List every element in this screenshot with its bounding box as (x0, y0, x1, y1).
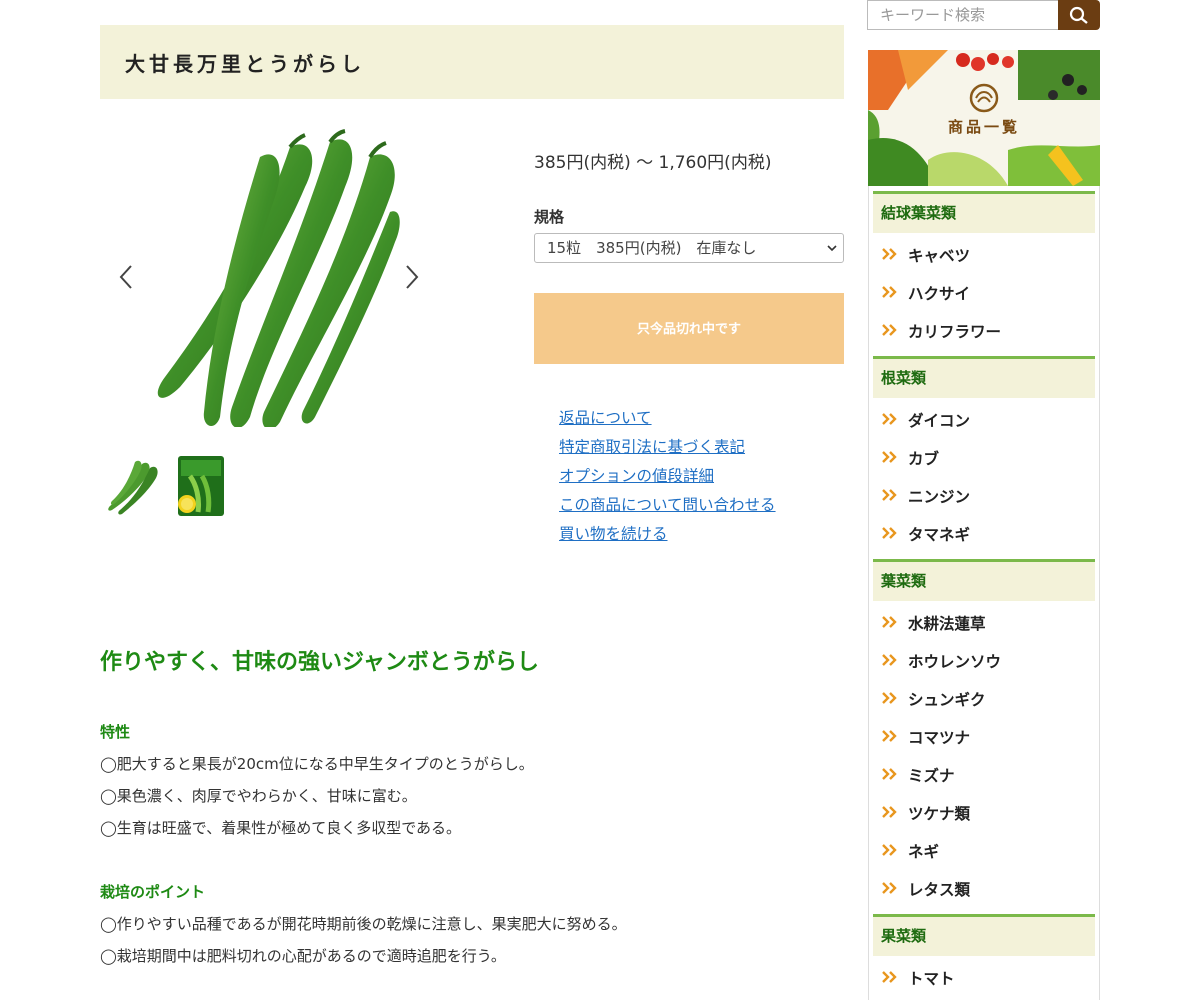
banner-label: 商品一覧 (947, 118, 1020, 136)
category-item-label: ホウレンソウ (908, 653, 1002, 671)
category-item-label: ネギ (908, 843, 940, 861)
chevron-left-icon (119, 265, 132, 289)
category-item-label: トマト (908, 970, 955, 988)
characteristic-line: ◯生育は旺盛で、着果性が極めて良く多収型である。 (100, 819, 462, 837)
category-item-label: 水耕法蓮草 (908, 615, 986, 633)
category-item[interactable]: タマネギ (880, 519, 1090, 549)
double-chevron-right-icon (882, 451, 897, 463)
category-heading: 葉菜類 (873, 559, 1095, 601)
link-option-price[interactable]: オプションの値段詳細 (559, 462, 776, 491)
cultivation-line: ◯作りやすい品種であるが開花時期前後の乾燥に注意し、果実肥大に努める。 (100, 915, 627, 933)
category-item[interactable]: ニンジン (880, 481, 1090, 511)
product-title-bar: 大甘長万里とうがらし (100, 25, 844, 99)
category-item[interactable]: ホウレンソウ (880, 646, 1090, 676)
category-item[interactable]: ツケナ類 (880, 798, 1090, 828)
spec-select-value: 15粒 385円(内税) 在庫なし (547, 239, 757, 257)
double-chevron-right-icon (882, 616, 897, 628)
double-chevron-right-icon (882, 654, 897, 666)
category-item-label: キャベツ (908, 247, 971, 265)
link-continue-shopping[interactable]: 買い物を続ける (559, 520, 776, 549)
gallery-next-button[interactable] (399, 262, 423, 292)
spec-select[interactable]: 15粒 385円(内税) 在庫なし (534, 233, 844, 263)
double-chevron-right-icon (882, 730, 897, 742)
category-item-label: カリフラワー (908, 323, 1002, 341)
spec-label: 規格 (534, 208, 565, 226)
category-item-label: ニンジン (908, 488, 971, 506)
chevron-right-icon (406, 265, 419, 289)
category-item[interactable]: ダイコン (880, 405, 1090, 435)
category-item-label: レタス類 (908, 881, 971, 899)
category-heading: 結球葉菜類 (873, 191, 1095, 233)
double-chevron-right-icon (882, 413, 897, 425)
category-item-label: ツケナ類 (908, 805, 971, 823)
category-item[interactable]: ハクサイ (880, 278, 1090, 308)
product-price: 385円(内税) 〜 1,760円(内税) (534, 153, 772, 173)
category-item[interactable]: コマツナ (880, 722, 1090, 752)
chevron-down-icon (827, 245, 837, 252)
category-item-label: コマツナ (908, 729, 971, 747)
category-item[interactable]: キャベツ (880, 240, 1090, 270)
search-input[interactable]: キーワード検索 (867, 0, 1059, 30)
product-gallery (100, 112, 430, 532)
link-inquiry[interactable]: この商品について問い合わせる (559, 491, 776, 520)
category-item-label: タマネギ (908, 526, 971, 544)
double-chevron-right-icon (882, 489, 897, 501)
link-tokushoho[interactable]: 特定商取引法に基づく表記 (559, 433, 776, 462)
characteristic-line: ◯肥大すると果長が20cm位になる中早生タイプのとうがらし。 (100, 755, 534, 773)
double-chevron-right-icon (882, 806, 897, 818)
category-item[interactable]: カブ (880, 443, 1090, 473)
double-chevron-right-icon (882, 527, 897, 539)
double-chevron-right-icon (882, 286, 897, 298)
double-chevron-right-icon (882, 971, 897, 983)
cultivation-line: ◯栽培期間中は肥料切れの心配があるので適時追肥を行う。 (100, 947, 506, 965)
soldout-button[interactable]: 只今品切れ中です (534, 293, 844, 364)
double-chevron-right-icon (882, 882, 897, 894)
double-chevron-right-icon (882, 844, 897, 856)
gallery-prev-button[interactable] (115, 262, 139, 292)
category-item[interactable]: ミズナ (880, 760, 1090, 790)
product-main-image (157, 129, 400, 427)
category-item[interactable]: レタス類 (880, 874, 1090, 904)
category-item-label: ダイコン (908, 412, 971, 430)
category-item-label: カブ (908, 450, 940, 468)
product-links: 返品について 特定商取引法に基づく表記 オプションの値段詳細 この商品について問… (559, 404, 776, 549)
category-heading: 根菜類 (873, 356, 1095, 398)
product-thumbnail-seed-packet[interactable] (170, 454, 232, 518)
search-button[interactable] (1058, 0, 1100, 30)
category-item[interactable]: カリフラワー (880, 316, 1090, 346)
product-list-banner[interactable]: 商品一覧 (868, 50, 1100, 186)
category-item[interactable]: ネギ (880, 836, 1090, 866)
double-chevron-right-icon (882, 248, 897, 260)
product-title: 大甘長万里とうがらし (125, 52, 365, 76)
product-catchphrase: 作りやすく、甘味の強いジャンボとうがらし (100, 650, 539, 675)
double-chevron-right-icon (882, 324, 897, 336)
link-returns[interactable]: 返品について (559, 404, 776, 433)
double-chevron-right-icon (882, 768, 897, 780)
category-item-label: ミズナ (908, 767, 955, 785)
double-chevron-right-icon (882, 692, 897, 704)
category-item[interactable]: トマト (880, 963, 1090, 993)
category-item[interactable]: シュンギク (880, 684, 1090, 714)
category-heading: 果菜類 (873, 914, 1095, 956)
category-item-label: シュンギク (908, 691, 986, 709)
section-heading-characteristics: 特性 (100, 723, 131, 741)
search-icon (1069, 6, 1088, 24)
product-thumbnail-peppers[interactable] (102, 454, 164, 518)
section-heading-cultivation: 栽培のポイント (100, 883, 206, 901)
category-item[interactable]: 水耕法蓮草 (880, 608, 1090, 638)
category-item-label: ハクサイ (908, 285, 971, 303)
characteristic-line: ◯果色濃く、肉厚でやわらかく、甘味に富む。 (100, 787, 417, 805)
